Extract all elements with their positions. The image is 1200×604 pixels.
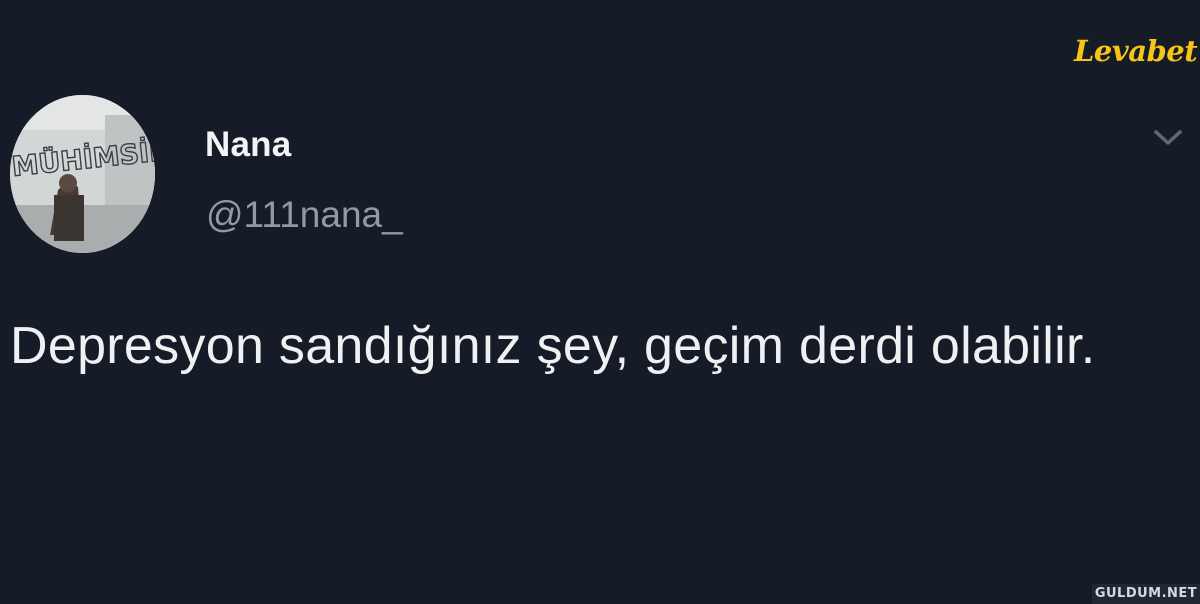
brand-logo: Levabet (1074, 34, 1198, 68)
tweet-text: Depresyon sandığınız şey, geçim derdi ol… (10, 317, 1096, 375)
avatar[interactable]: MÜHİMSİN (10, 95, 155, 253)
watermark: GULDUM.NET (1092, 584, 1200, 604)
avatar-photo: MÜHİMSİN (10, 95, 155, 253)
user-handle[interactable]: @111nana_ (206, 193, 403, 237)
tweet-card: MÜHİMSİN Nana @111nana_ Depresyon sandığ… (0, 0, 1200, 604)
display-name[interactable]: Nana (205, 124, 291, 166)
chevron-down-icon[interactable] (1152, 126, 1184, 150)
